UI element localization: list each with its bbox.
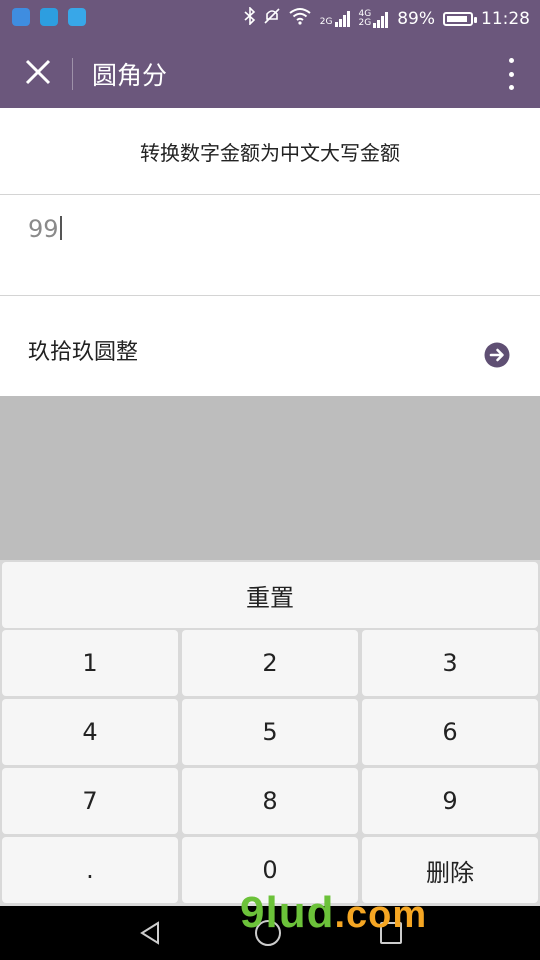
reset-button[interactable]: 重置 (2, 562, 538, 628)
telegram-notification-icon (40, 8, 58, 26)
close-icon (25, 59, 51, 85)
back-button[interactable] (138, 920, 164, 950)
watermark-brand: 9lud (240, 888, 335, 937)
more-options-button[interactable] (506, 58, 516, 90)
gallery-notification-icon (12, 8, 30, 26)
key-9[interactable]: 9 (362, 768, 538, 834)
watermark-tld: .com (334, 894, 428, 936)
converter-panel: 转换数字金额为中文大写金额 99 玖拾玖圆整 (0, 108, 540, 396)
numeric-keypad: 重置 1 2 3 4 5 6 7 8 9 . 0 删除 (0, 560, 540, 908)
result-text: 玖拾玖圆整 (28, 340, 139, 365)
network-type-stack: 4G 2G (358, 9, 372, 28)
network-2g-sub-label: 2G (358, 17, 372, 28)
signal-icon (373, 11, 389, 28)
message-notification-icon (68, 8, 86, 26)
battery-cap (474, 16, 477, 23)
amount-input[interactable]: 99 (0, 195, 540, 296)
clock: 11:28 (481, 8, 530, 29)
title-bar: 圆角分 (0, 36, 540, 108)
amount-value: 99 (28, 215, 59, 243)
battery-fill (447, 15, 467, 22)
top-app-bar: 2G 4G 2G 89% 11:28 圆角分 (0, 0, 540, 108)
text-caret (59, 216, 62, 240)
key-4[interactable]: 4 (2, 699, 178, 765)
amount-value-wrap: 99 (28, 215, 62, 243)
back-triangle-icon (140, 921, 159, 945)
status-bar: 2G 4G 2G 89% 11:28 (0, 0, 540, 36)
bluetooth-icon (244, 6, 256, 30)
key-8[interactable]: 8 (182, 768, 358, 834)
signal-icon (334, 10, 350, 27)
close-button[interactable] (20, 54, 56, 90)
page-title: 圆角分 (92, 61, 168, 90)
network-2g-label: 2G (319, 16, 333, 27)
silent-icon (264, 7, 280, 30)
key-5[interactable]: 5 (182, 699, 358, 765)
key-2[interactable]: 2 (182, 630, 358, 696)
result-row[interactable]: 玖拾玖圆整 (0, 296, 540, 396)
key-decimal[interactable]: . (2, 837, 178, 903)
system-status: 2G 4G 2G 89% 11:28 (244, 6, 530, 30)
more-vert-icon-dot (508, 71, 514, 77)
battery-percent: 89% (397, 8, 435, 29)
key-1[interactable]: 1 (2, 630, 178, 696)
more-vert-icon-dot (508, 85, 514, 90)
signal-4g: 4G 2G (358, 9, 390, 28)
battery-icon (443, 11, 477, 26)
converter-heading: 转换数字金额为中文大写金额 (0, 108, 540, 195)
key-6[interactable]: 6 (362, 699, 538, 765)
arrow-right-circle-icon (484, 342, 510, 368)
watermark-logo: 9lud.com (240, 888, 427, 938)
key-3[interactable]: 3 (362, 630, 538, 696)
key-7[interactable]: 7 (2, 768, 178, 834)
go-button[interactable] (484, 342, 510, 368)
signal-2g: 2G (319, 10, 351, 27)
more-vert-icon-dot (508, 58, 514, 63)
wifi-icon (288, 7, 312, 30)
title-divider (72, 58, 73, 90)
notification-icons (12, 8, 86, 26)
